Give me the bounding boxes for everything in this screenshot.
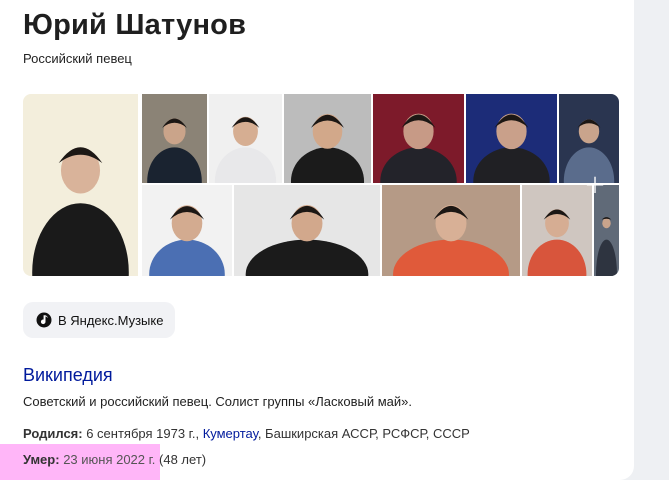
death-date: 23 июня 2022 г. (63, 452, 156, 467)
person-photo-icon (245, 205, 369, 276)
gallery-photo[interactable] (234, 185, 380, 276)
plus-icon[interactable]: + (584, 172, 606, 198)
photo-gallery (23, 94, 619, 276)
birth-date: 6 сентября 1973 г., (86, 426, 200, 441)
gallery-photo[interactable] (142, 94, 207, 183)
birth-fact: Родился: 6 сентября 1973 г., Кумертау, Б… (23, 426, 470, 441)
person-photo-icon (149, 205, 225, 276)
person-photo-icon (393, 205, 509, 276)
birthplace-link[interactable]: Кумертау (203, 426, 258, 441)
gallery-photo[interactable] (382, 185, 520, 276)
person-photo-icon (147, 118, 202, 183)
gallery-photo-main[interactable] (23, 94, 138, 276)
gallery-photo[interactable] (522, 185, 592, 276)
wikipedia-link[interactable]: Википедия (23, 365, 113, 386)
entity-description: Советский и российский певец. Солист гру… (23, 394, 412, 409)
yandex-music-button[interactable]: В Яндекс.Музыке (23, 302, 175, 338)
gallery-photo[interactable] (142, 185, 232, 276)
death-age: (48 лет) (159, 452, 207, 467)
gallery-photo[interactable] (466, 94, 557, 183)
person-photo-icon (32, 147, 129, 276)
gallery-photo[interactable] (284, 94, 371, 183)
person-photo-icon (527, 209, 587, 276)
birth-label: Родился: (23, 426, 83, 441)
yandex-music-icon (36, 312, 52, 328)
knowledge-card: Юрий Шатунов Российский певец + В Яндекс… (0, 0, 634, 480)
death-label: Умер: (23, 452, 60, 467)
entity-subtitle: Российский певец (23, 51, 132, 66)
entity-title: Юрий Шатунов (23, 9, 247, 41)
person-photo-icon (380, 113, 457, 183)
person-photo-icon (290, 113, 365, 183)
gallery-photo[interactable] (209, 94, 282, 183)
person-photo-icon (473, 113, 550, 183)
gallery-photo[interactable] (373, 94, 464, 183)
birthplace-rest: , Башкирская АССР, РСФСР, СССР (257, 426, 470, 441)
person-photo-icon (214, 116, 277, 183)
music-button-label: В Яндекс.Музыке (58, 312, 164, 328)
death-fact: Умер: 23 июня 2022 г. (48 лет) (23, 452, 206, 467)
